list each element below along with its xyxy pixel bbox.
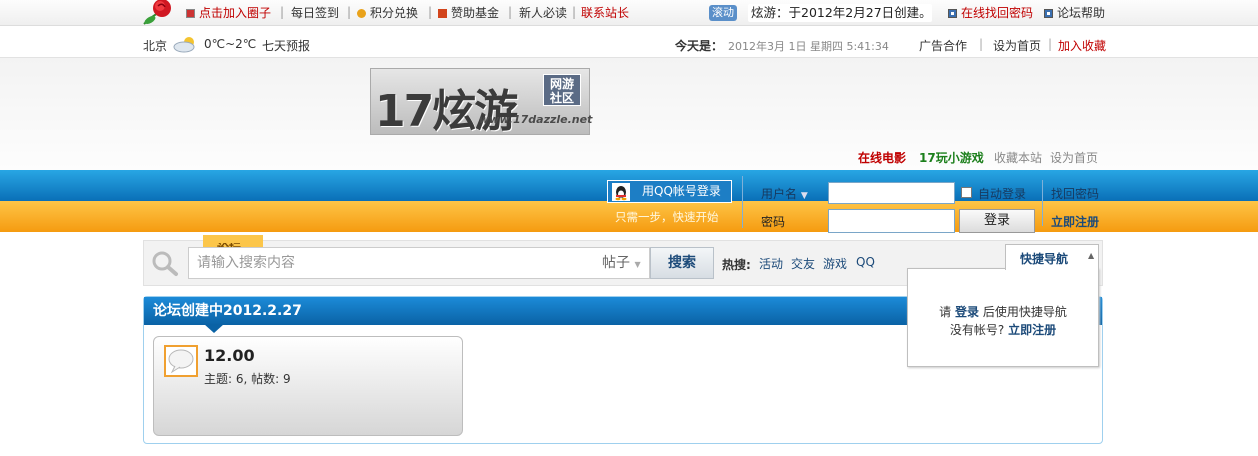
quick-nav-login-line: 请 登录 后使用快捷导航 (908, 303, 1098, 320)
forum-board-stats: 主题: 6, 帖数: 9 (204, 372, 291, 386)
forum-board-title[interactable]: 12.00 (204, 346, 255, 365)
daily-checkin-link[interactable]: 每日签到 (291, 5, 339, 21)
logo-badge-line1: 网游 (549, 77, 574, 91)
join-circle-label: 点击加入圈子 (199, 6, 272, 20)
username-input[interactable] (828, 182, 955, 204)
hot-term-qq[interactable]: QQ (856, 255, 875, 269)
mini-games-link[interactable]: 17玩小游戏 (919, 149, 984, 166)
username-label-text: 用户名 (761, 187, 798, 201)
cloud-icon (173, 37, 195, 53)
logo-text: 17炫游 (375, 86, 518, 137)
points-exchange-label: 积分兑换 (370, 6, 419, 20)
weather-date-bar: 北京 0℃~2℃ 七天预报 今天是： 2012年3月 1日 星期四 5:41:3… (0, 31, 1258, 58)
forum-section-title: 论坛创建中2012.2.27 (153, 303, 302, 319)
hot-term-activity[interactable]: 活动 (759, 255, 783, 272)
chevron-down-icon: ▼ (800, 191, 808, 201)
contact-admin-link[interactable]: 联系站长 (581, 5, 629, 21)
weather-temperature: 0℃~2℃ (204, 37, 257, 51)
divider: | (280, 5, 285, 19)
recover-password-label: 在线找回密码 (961, 6, 1034, 20)
forum-board-card[interactable] (153, 336, 463, 436)
flag-icon (186, 9, 195, 18)
divider: | (979, 37, 984, 51)
header-pointer-icon (204, 324, 224, 333)
quick-nav-popup: 请 登录 后使用快捷导航 没有帐号? 立即注册 (907, 268, 1099, 367)
gift-icon (438, 9, 447, 18)
help-icon (1044, 9, 1053, 18)
quick-nav-tab-label: 快捷导航 (1020, 252, 1069, 266)
bookmark-site-link[interactable]: 收藏本站 (994, 149, 1042, 166)
username-label[interactable]: 用户名 ▼ (761, 185, 808, 202)
quick-nav-login-link[interactable]: 登录 (955, 305, 979, 319)
recover-password-link[interactable]: 在线找回密码 (948, 5, 1033, 21)
auto-login-label: 自动登录 (978, 187, 1027, 201)
scroll-badge: 滚动 (709, 5, 737, 21)
chevron-down-icon: ▼ (634, 260, 641, 269)
coin-icon (357, 9, 366, 18)
divider (1042, 180, 1043, 226)
qq-penguin-icon (612, 183, 630, 201)
password-input[interactable] (828, 209, 955, 233)
search-button[interactable]: 搜索 (650, 247, 714, 279)
qq-login-hint: 只需一步，快速开始 (615, 210, 719, 224)
add-favorite-link[interactable]: 加入收藏 (1058, 37, 1106, 54)
site-logo[interactable]: 17炫游 网游 社区 www.17dazzle.net (370, 68, 593, 137)
hot-term-games[interactable]: 游戏 (823, 255, 847, 272)
logo-badge-line2: 社区 (549, 91, 574, 105)
hot-search-label: 热搜: (722, 258, 751, 272)
register-now-link[interactable]: 立即注册 (1051, 213, 1099, 230)
ad-cooperation-link[interactable]: 广告合作 (919, 37, 967, 54)
announcement-ticker[interactable]: 炫游：于2012年2月27日创建。 (748, 4, 932, 22)
divider (742, 176, 743, 228)
password-label: 密码 (761, 215, 786, 229)
join-circle-link[interactable]: 点击加入圈子 (186, 5, 271, 21)
auto-login-checkbox[interactable] (961, 187, 972, 198)
search-type-value: 帖子 (602, 255, 630, 271)
current-datetime: 2012年3月 1日 星期四 5:41:34 (728, 40, 889, 53)
rose-icon (143, 0, 171, 25)
divider: | (508, 5, 513, 19)
hot-term-dating[interactable]: 交友 (791, 255, 815, 272)
find-password-link[interactable]: 找回密码 (1051, 185, 1099, 202)
divider: | (347, 5, 352, 19)
qq-login-label: 用QQ帐号登录 (642, 184, 721, 198)
quick-nav-register-line: 没有帐号? 立即注册 (908, 321, 1098, 338)
quick-nav-tab[interactable]: 快捷导航 ▲ (1005, 244, 1099, 270)
qq-login-button[interactable]: 用QQ帐号登录 (607, 180, 732, 203)
points-exchange-link[interactable]: 积分兑换 (357, 5, 418, 21)
speech-bubble-icon (168, 349, 194, 374)
logo-url: www.17dazzle.net (479, 113, 593, 126)
forum-help-link[interactable]: 论坛帮助 (1044, 5, 1105, 21)
logo-badge: 网游 社区 (543, 74, 581, 106)
online-movie-link[interactable]: 在线电影 (858, 149, 906, 166)
divider: | (572, 5, 577, 19)
chevron-up-icon: ▲ (1088, 251, 1095, 260)
quick-nav-text: 请 (939, 305, 955, 319)
newbie-guide-link[interactable]: 新人必读 (519, 5, 567, 21)
top-toolbar: 点击加入圈子 | 每日签到 | 积分兑换 | 赞助基金 | 新人必读 | 联系站… (0, 0, 1258, 26)
divider: | (428, 5, 433, 19)
divider: | (1048, 37, 1053, 51)
today-label: 今天是： (675, 39, 724, 53)
quick-nav-register-link[interactable]: 立即注册 (1008, 323, 1056, 337)
forum-board-icon (164, 345, 198, 377)
quick-nav-text: 后使用快捷导航 (979, 305, 1067, 319)
set-homepage-link[interactable]: 设为首页 (993, 37, 1041, 54)
search-input[interactable]: 请输入搜索内容 (188, 247, 600, 279)
sponsor-fund-label: 赞助基金 (451, 6, 500, 20)
set-homepage-header-link[interactable]: 设为首页 (1050, 149, 1098, 166)
key-icon (948, 9, 957, 18)
weather-city: 北京 (143, 39, 168, 53)
seven-day-forecast-link[interactable]: 七天预报 (262, 37, 310, 54)
search-type-select[interactable]: 帖子 ▼ (598, 247, 650, 279)
quick-nav-text: 没有帐号? (949, 323, 1009, 337)
login-button[interactable]: 登录 (959, 209, 1035, 233)
forum-help-label: 论坛帮助 (1057, 6, 1106, 20)
search-icon (152, 251, 178, 276)
sponsor-fund-link[interactable]: 赞助基金 (438, 5, 499, 21)
